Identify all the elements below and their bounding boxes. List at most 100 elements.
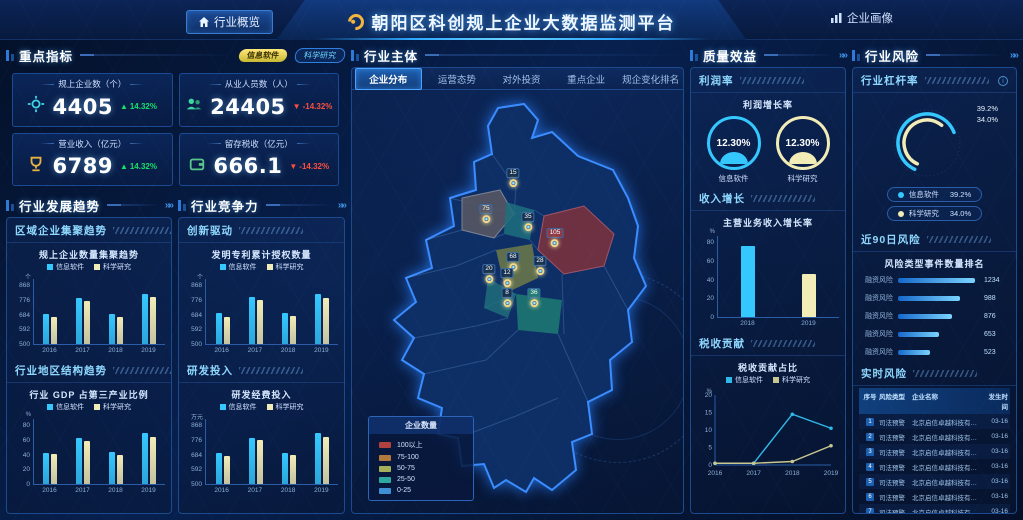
filter-sci-research[interactable]: 科学研究 — [294, 48, 347, 63]
bar-group — [802, 236, 816, 317]
map-marker[interactable]: 20 — [482, 264, 495, 283]
table-row[interactable]: 1司法预警北京启信卓越科技有限公司03-16 — [859, 414, 1010, 429]
table-row[interactable]: 7司法预警北京启信卓越科技有限公司03-16 — [859, 504, 1010, 514]
map-marker[interactable]: 8 — [502, 288, 513, 307]
stat-card[interactable]: 规上企业数（个）4405▲14.32% — [12, 73, 173, 127]
bar — [741, 246, 755, 317]
leverage-pct: 34.0% — [977, 114, 998, 125]
section-header: 行业地区结构趋势 — [7, 358, 171, 383]
chart-rd-spending: 研发经费投入 信息软件科学研究万元86877668459250020162017… — [179, 383, 344, 498]
chart-legend: 信息软件科学研究 — [13, 402, 165, 412]
section-heading: 实时风险 — [861, 366, 907, 381]
section-header: 近90日风险 — [853, 227, 1016, 252]
info-icon[interactable]: i — [998, 76, 1008, 86]
bar — [109, 452, 115, 484]
chart-title: 主营业务收入增长率 — [697, 216, 839, 229]
title-divider — [926, 54, 1005, 56]
more-arrows[interactable]: »» — [338, 200, 345, 211]
leverage-pct: 39.2% — [977, 103, 998, 114]
marker-count-tag: 28 — [533, 256, 546, 266]
plot-area — [717, 236, 839, 318]
map-marker[interactable]: 12 — [500, 268, 513, 287]
legend-item: 信息软件 — [47, 262, 84, 272]
leverage-legend-item[interactable]: 科学研究34.0% — [887, 206, 982, 221]
marker-count-tag: 68 — [506, 252, 519, 262]
marker-count-tag: 15 — [506, 168, 519, 178]
map-marker[interactable]: 75 — [479, 204, 492, 223]
marker-pin-icon — [551, 240, 559, 248]
stat-label: 从业人员数（人） — [207, 78, 311, 90]
y-axis: 806040200 — [697, 239, 717, 321]
page-title: 朝阳区科创规上企业大数据监测平台 — [348, 9, 676, 34]
legend-item: 信息软件 — [726, 375, 763, 385]
panel-title: 质量效益 — [703, 46, 757, 65]
y-axis-unit: 万元 — [185, 412, 203, 421]
map-marker[interactable]: 15 — [506, 168, 519, 187]
risk-title-row: 行业风险 »» — [852, 46, 1017, 64]
map-marker[interactable]: 36 — [527, 288, 540, 307]
stat-card[interactable]: 留存税收（亿元）666.1▼-14.32% — [179, 133, 340, 187]
risk-type-cell: 司法预警 — [879, 492, 912, 502]
bar — [282, 313, 288, 344]
bar — [216, 453, 222, 484]
y-tick-label: 868 — [191, 282, 202, 289]
legend-label: 科学研究 — [782, 375, 810, 385]
table-header-row: 序号风险类型企业名称发生时间 — [859, 388, 1010, 414]
section-heading: 税收贡献 — [699, 336, 745, 351]
legend-swatch — [47, 404, 53, 410]
stat-card[interactable]: 从业人员数（人）24405▼-14.32% — [179, 73, 340, 127]
bars-icon — [852, 50, 860, 61]
risk-type-cell: 司法预警 — [879, 462, 912, 472]
date-cell: 03-16 — [983, 463, 1008, 470]
panel-title: 行业竞争力 — [191, 196, 259, 215]
hatch-decoration — [927, 236, 991, 243]
more-arrows[interactable]: »» — [1010, 50, 1017, 61]
table-row[interactable]: 2司法预警北京启信卓越科技有限公司03-16 — [859, 429, 1010, 444]
bars-icon — [6, 200, 14, 211]
map-marker[interactable]: 105 — [547, 228, 564, 247]
table-row[interactable]: 5司法预警北京启信卓越科技有限公司03-16 — [859, 474, 1010, 489]
legend-label: 信息软件 — [56, 402, 84, 412]
legend-label: 科学研究 — [103, 262, 131, 272]
map-legend-title: 企业数量 — [369, 417, 473, 434]
bar — [323, 298, 329, 344]
table-row[interactable]: 4司法预警北京启信卓越科技有限公司03-16 — [859, 459, 1010, 474]
table-row[interactable]: 3司法预警北京启信卓越科技有限公司03-16 — [859, 444, 1010, 459]
tab-2[interactable]: 运营态势 — [425, 69, 490, 89]
hatch-decoration — [239, 367, 303, 374]
y-axis: 806040200 — [13, 422, 33, 488]
y-tick-label: 592 — [191, 326, 202, 333]
risk-bar-track — [898, 278, 979, 283]
tab-3[interactable]: 对外投资 — [489, 69, 554, 89]
bar — [109, 314, 115, 344]
x-tick-label: 2018 — [281, 487, 295, 494]
title-divider — [266, 204, 333, 206]
trophy-icon — [27, 155, 45, 178]
more-arrows[interactable]: »» — [165, 200, 172, 211]
legend-label: 信息软件 — [56, 262, 84, 272]
y-tick-label: 80 — [23, 422, 30, 429]
chart-legend: 信息软件科学研究 — [185, 262, 338, 272]
stat-delta: ▲14.32% — [120, 102, 157, 111]
marker-pin-icon — [482, 216, 490, 224]
leverage-legend-item[interactable]: 信息软件39.2% — [887, 187, 982, 202]
nav-enterprise-portrait[interactable]: 企业画像 — [831, 10, 893, 26]
panel-industry-competitiveness: 行业竞争力 »» 创新驱动 发明专利累计授权数量 信息软件科学研究个868776… — [178, 196, 345, 514]
section-heading: 创新驱动 — [187, 223, 233, 238]
date-cell: 03-16 — [983, 493, 1008, 500]
map-marker[interactable]: 35 — [521, 212, 534, 231]
tab-1[interactable]: 企业分布 — [355, 68, 422, 90]
map-marker[interactable]: 28 — [533, 256, 546, 275]
nav-industry-overview[interactable]: 行业概览 — [186, 10, 273, 34]
more-arrows[interactable]: »» — [839, 50, 846, 61]
tab-5[interactable]: 规企变化排名 — [618, 69, 683, 89]
tab-4[interactable]: 重点企业 — [554, 69, 619, 89]
bar-group — [315, 419, 329, 484]
chart-title: 规上企业数量集聚趋势 — [13, 248, 165, 261]
filter-info-software[interactable]: 信息软件 — [238, 49, 288, 62]
table-header-cell: 发生时间 — [983, 391, 1008, 411]
stat-card[interactable]: 营业收入（亿元）6789▲14.32% — [12, 133, 173, 187]
x-tick-label: 2019 — [314, 487, 328, 494]
table-row[interactable]: 6司法预警北京启信卓越科技有限公司03-16 — [859, 489, 1010, 504]
y-tick-label: 60 — [23, 437, 30, 444]
